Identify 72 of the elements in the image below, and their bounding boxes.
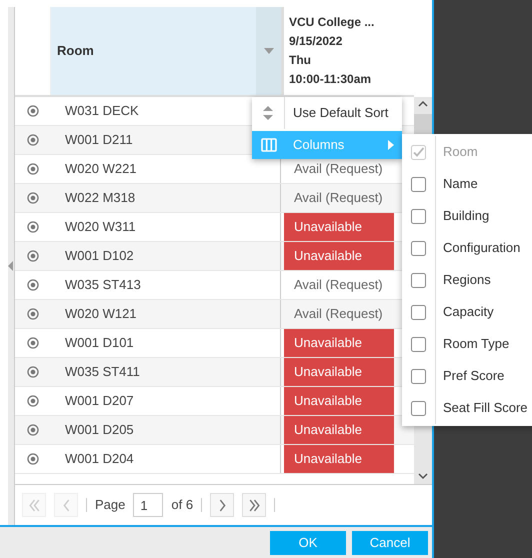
room-cell: W001 D207 — [51, 387, 281, 415]
availability-cell: Unavailable — [284, 329, 394, 357]
availability-cell: Unavailable — [284, 242, 394, 270]
availability-cell-text: Avail (Request) — [293, 276, 384, 294]
radio-icon[interactable] — [27, 134, 39, 146]
columns-icon — [260, 138, 276, 152]
scroll-down-icon[interactable] — [418, 472, 428, 480]
radio-icon[interactable] — [27, 163, 39, 175]
sort-icon — [263, 106, 273, 120]
column-option[interactable]: Name — [402, 168, 532, 200]
checkbox[interactable] — [411, 368, 426, 384]
menu-item[interactable]: Use Default Sort — [252, 97, 402, 129]
double-chevron-left-icon — [28, 498, 40, 512]
column-option[interactable]: Seat Fill Score — [402, 392, 532, 424]
availability-cell: Unavailable — [284, 445, 394, 473]
room-cell: W001 D205 — [51, 416, 281, 444]
column-option[interactable]: Capacity — [402, 296, 532, 328]
next-page-button[interactable] — [210, 493, 234, 517]
checkbox[interactable] — [411, 336, 426, 352]
header-text-line: Thu — [289, 52, 312, 69]
availability-cell-text: Avail (Request) — [293, 305, 384, 324]
radio-icon[interactable] — [27, 279, 39, 291]
dropdown-icon — [264, 48, 274, 54]
submenu-arrow-icon — [388, 140, 394, 150]
radio-icon[interactable] — [27, 308, 39, 320]
page-label: Page — [95, 496, 126, 514]
collapse-icon[interactable] — [8, 261, 13, 271]
availability-cell-text: Avail (Request) — [293, 189, 384, 208]
radio-icon[interactable] — [27, 221, 39, 233]
radio-icon[interactable] — [27, 337, 39, 349]
header-text-line: VCU College ... — [289, 14, 376, 31]
page-count: of 6 — [171, 496, 194, 514]
header-text-line: 10:00-11:30am — [289, 71, 372, 88]
checkbox[interactable] — [411, 304, 426, 320]
scroll-up-icon[interactable] — [418, 100, 428, 108]
room-column-header[interactable]: Room — [51, 7, 256, 95]
availability-cell-text: Avail (Request) — [293, 160, 384, 178]
column-option[interactable]: Configuration — [402, 232, 532, 264]
radio-icon[interactable] — [27, 424, 39, 436]
checkbox[interactable] — [411, 208, 426, 224]
room-cell: W020 W311 — [51, 213, 281, 241]
checkbox[interactable] — [411, 240, 426, 256]
radio-icon[interactable] — [27, 250, 39, 262]
column-option[interactable]: Pref Score — [402, 360, 532, 392]
page-input[interactable]: 1 — [133, 493, 164, 517]
radio-icon[interactable] — [27, 192, 39, 204]
last-page-button[interactable] — [242, 493, 266, 517]
column-option[interactable]: Room Type — [402, 328, 532, 360]
room-cell: W035 ST411 — [51, 358, 281, 386]
availability-cell: Unavailable — [284, 213, 394, 241]
chevron-right-icon — [218, 498, 226, 512]
room-cell: W001 D204 — [51, 445, 281, 473]
column-option[interactable]: Building — [402, 200, 532, 232]
room-cell: W001 D101 — [51, 329, 281, 357]
room-cell: W035 ST413 — [51, 271, 281, 299]
room-cell: W022 M318 — [51, 184, 281, 212]
header-text-line: 9/15/2022 — [289, 33, 344, 50]
availability-cell: Unavailable — [284, 387, 394, 415]
availability-cell: Unavailable — [284, 416, 394, 444]
availability-cell: Unavailable — [284, 358, 394, 386]
chevron-left-icon — [62, 498, 70, 512]
room-cell: W001 D102 — [51, 242, 281, 270]
radio-icon[interactable] — [27, 366, 39, 378]
column-option[interactable]: Regions — [402, 264, 532, 296]
double-chevron-right-icon — [248, 498, 260, 512]
radio-icon[interactable] — [27, 395, 39, 407]
checkbox[interactable] — [411, 176, 426, 192]
radio-icon[interactable] — [27, 453, 39, 465]
checkbox[interactable] — [411, 272, 426, 288]
room-cell: W020 W121 — [51, 300, 281, 328]
checkbox[interactable] — [411, 400, 426, 416]
radio-icon[interactable] — [27, 105, 39, 117]
